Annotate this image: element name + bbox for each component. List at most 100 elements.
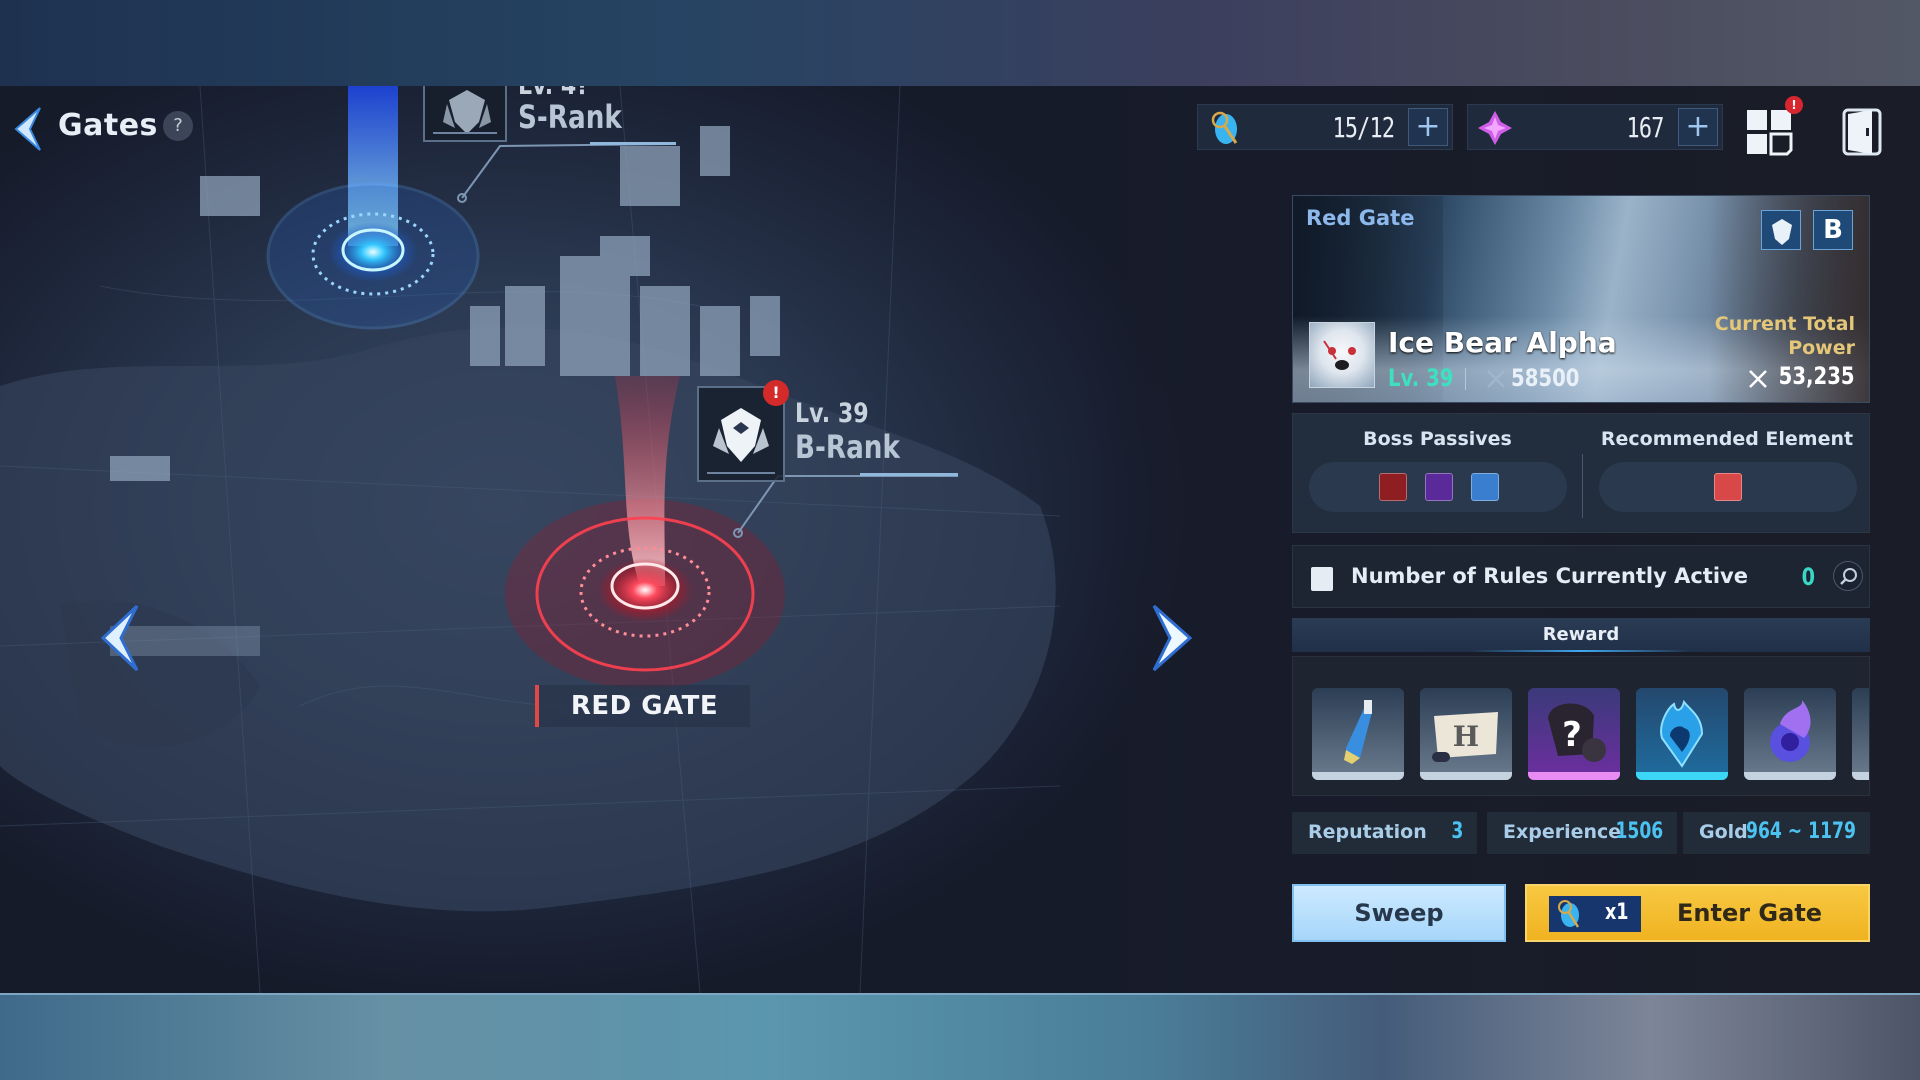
water-shield-icon[interactable] <box>1471 473 1499 501</box>
reward-item-blue-potion[interactable] <box>1312 688 1404 780</box>
menu-grid-icon <box>1747 110 1793 156</box>
reward-item-blue-flame-heart[interactable] <box>1636 688 1728 780</box>
svg-text:?: ? <box>1562 715 1582 755</box>
boss-passives-label: Boss Passives <box>1363 428 1512 450</box>
gate-alert-badge: ! <box>763 380 789 406</box>
add-crystal-button[interactable]: + <box>1678 108 1718 146</box>
s-rank-underline <box>590 142 676 145</box>
gate-key-count: 15/12 <box>1332 111 1395 144</box>
sweep-label: Sweep <box>1354 899 1444 927</box>
enter-cost: x1 <box>1549 896 1641 932</box>
crossed-swords-icon <box>1487 370 1505 388</box>
gate-key-icon <box>1211 111 1238 144</box>
purple-orb-icon <box>1770 700 1811 762</box>
page-title: Gates <box>58 108 158 143</box>
menu-notification-badge: ! <box>1785 96 1803 114</box>
current-power-label: Current Total Power <box>1714 313 1855 359</box>
next-gate-button[interactable] <box>1140 598 1200 678</box>
svg-text:H: H <box>1453 720 1479 753</box>
rules-label: Number of Rules Currently Active <box>1351 564 1748 588</box>
divider <box>1582 454 1583 518</box>
reward-list: H ? <box>1292 656 1870 796</box>
game-screen: Lv. 4? S-Rank ! Lv. 39 B-Rank RED GATE G… <box>0 86 1920 993</box>
divider <box>1465 368 1466 390</box>
reward-item-purple-flame-orb[interactable] <box>1744 688 1836 780</box>
exit-door-icon <box>1842 108 1882 156</box>
rarity-bar <box>1528 772 1620 780</box>
rarity-bar <box>1744 772 1836 780</box>
scroll-icon: H <box>1432 712 1498 762</box>
ice-bear-icon <box>1323 340 1356 370</box>
experience-label: Experience <box>1503 821 1622 843</box>
gold-value: 964 ~ 1179 <box>1746 819 1856 844</box>
gate-rank-badge: B <box>1813 210 1853 250</box>
rules-inspect-button[interactable] <box>1833 561 1863 591</box>
gate-emblem-badge <box>1761 210 1801 250</box>
rules-document-icon <box>1311 567 1333 591</box>
magnifier-icon <box>1840 568 1857 585</box>
enter-gate-button[interactable]: x1 Enter Gate <box>1525 884 1870 942</box>
help-button[interactable]: ? <box>163 111 193 141</box>
prev-gate-button[interactable] <box>95 598 155 678</box>
boss-power: 58500 <box>1511 364 1580 392</box>
hunter-emblem-icon <box>1772 219 1792 245</box>
b-rank-gate-level: Lv. 39 <box>795 398 869 429</box>
boss-passives-list <box>1309 462 1567 512</box>
s-rank-gate-marker[interactable] <box>423 86 507 142</box>
experience-stat: Experience 1506 <box>1487 812 1677 854</box>
enter-cost-value: x1 <box>1604 900 1629 925</box>
reward-item-mystery-equipment[interactable]: ? <box>1528 688 1620 780</box>
reward-item-partial[interactable] <box>1852 688 1869 780</box>
gate-detail-card: Red Gate B Ice Bear Alpha Lv. 39 58500 C… <box>1292 195 1870 403</box>
red-gate-label[interactable]: RED GATE <box>535 685 750 727</box>
reward-header: Reward <box>1292 618 1870 652</box>
enter-gate-label: Enter Gate <box>1677 899 1823 927</box>
rarity-bar <box>1852 772 1869 780</box>
menu-grid-button[interactable] <box>1745 106 1797 158</box>
background-band-bottom <box>0 993 1920 1080</box>
reward-label: Reward <box>1542 624 1620 645</box>
boss-info-section: Boss Passives Recommended Element <box>1292 413 1870 533</box>
reputation-label: Reputation <box>1308 821 1427 843</box>
gold-label: Gold <box>1699 821 1748 843</box>
active-rules-row[interactable]: Number of Rules Currently Active 0 <box>1292 545 1870 608</box>
reputation-value: 3 <box>1451 819 1463 844</box>
b-rank-gate-rank: B-Rank <box>795 428 900 466</box>
reputation-stat: Reputation 3 <box>1292 812 1477 854</box>
crossed-swords-icon <box>1749 370 1767 388</box>
fire-element-icon[interactable] <box>1714 473 1742 501</box>
rarity-bar <box>1636 772 1728 780</box>
add-gate-key-button[interactable]: + <box>1408 108 1448 146</box>
current-power-value: 53,235 <box>1779 362 1855 390</box>
blue-flame-icon <box>1660 699 1704 768</box>
rules-count: 0 <box>1801 563 1816 591</box>
exit-button[interactable] <box>1840 106 1884 158</box>
recommended-element-label: Recommended Element <box>1600 428 1854 450</box>
potion-icon <box>1344 700 1372 764</box>
mystery-helmet-icon: ? <box>1548 703 1606 762</box>
recommended-element-list <box>1599 462 1857 512</box>
background-band-top <box>0 0 1920 86</box>
gate-key-icon <box>1558 900 1580 928</box>
gold-stat: Gold 964 ~ 1179 <box>1683 812 1870 854</box>
rarity-bar <box>1420 772 1512 780</box>
boss-name: Ice Bear Alpha <box>1388 326 1617 359</box>
poison-drops-icon[interactable] <box>1425 473 1453 501</box>
summon-minions-icon[interactable] <box>1379 473 1407 501</box>
chevron-left-icon <box>100 604 139 672</box>
reward-item-h-scroll[interactable]: H <box>1420 688 1512 780</box>
s-rank-gate-rank: S-Rank <box>518 98 622 136</box>
boss-level: Lv. 39 <box>1388 364 1454 392</box>
back-button[interactable] <box>10 104 48 154</box>
rarity-bar <box>1312 772 1404 780</box>
crystal-icon <box>1478 111 1512 145</box>
crystal-counter: 167 + <box>1467 104 1723 150</box>
experience-value: 1506 <box>1615 819 1663 844</box>
chevron-right-icon <box>1152 604 1193 672</box>
crystal-count: 167 <box>1626 111 1665 144</box>
gate-type-title: Red Gate <box>1306 206 1415 230</box>
back-arrow-icon <box>14 107 41 151</box>
b-rank-underline <box>860 473 958 476</box>
sweep-button[interactable]: Sweep <box>1292 884 1506 942</box>
hunter-emblem-icon <box>443 90 491 134</box>
